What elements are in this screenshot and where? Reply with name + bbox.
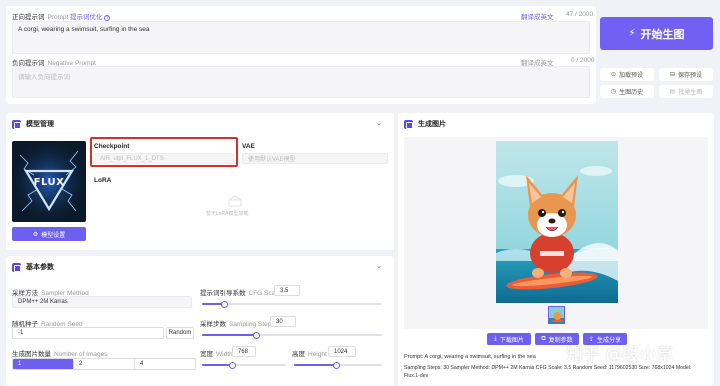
lora-empty-text: 暂无LoRA模型加载 [206, 211, 249, 217]
count-option-4[interactable]: 4 [134, 359, 195, 369]
model-settings-button[interactable]: ⚙ 模型设置 [12, 227, 86, 241]
count-segmented: 1 2 4 [12, 358, 196, 370]
height-slider-fill [294, 364, 337, 366]
download-icon: ⊙ [610, 72, 616, 78]
params-icon [12, 262, 21, 272]
generated-image[interactable] [496, 141, 618, 303]
prompt-text: A corgi, wearing a swimsuit, surfing in … [18, 26, 150, 33]
model-card: 模型管理 ⌄ FLUX ⚙ 模型设置 Checkpoint AIR_utpl_FL… [6, 113, 394, 250]
generate-button[interactable]: ⚡ 开始生图 [600, 17, 713, 50]
output-info-params: Sampling Steps: 30 Sampler Method: DPM++… [404, 365, 692, 379]
negative-textarea[interactable]: 请输入负向提示词 [12, 66, 590, 98]
negative-counter: 0 / 2000 [571, 57, 595, 64]
vae-select[interactable]: 使用默认VAE模型 [242, 153, 388, 164]
save-icon: ⊟ [669, 72, 675, 78]
download-image-button[interactable]: ⤓ 下载图片 [487, 333, 531, 345]
random-seed-button[interactable]: Random [166, 327, 194, 339]
watermark: 知乎 @段小草 [566, 345, 674, 365]
vae-label: VAE [242, 143, 255, 150]
cfg-slider[interactable] [202, 300, 382, 308]
generate-label: 开始生图 [640, 28, 685, 41]
count-option-2[interactable]: 2 [73, 359, 134, 369]
height-slider-knob[interactable] [333, 361, 341, 369]
output-title: 生成图片 [418, 121, 446, 128]
lora-empty-icon [228, 195, 242, 207]
cfg-slider-knob[interactable] [220, 300, 228, 308]
settings-icon: ⚙ [32, 231, 39, 238]
flux-thumb-text: FLUX [33, 177, 65, 188]
width-slider[interactable] [202, 361, 286, 369]
prompt-counter: 47 / 2000 [566, 11, 594, 18]
model-thumbnail: FLUX [12, 141, 86, 222]
steps-slider[interactable] [202, 331, 382, 339]
basic-header: 基本参数 [12, 262, 54, 272]
basic-title: 基本参数 [26, 264, 54, 271]
checkpoint-select[interactable]: AIR_utpl_FLUX_1_DTS [94, 153, 234, 164]
output-header: 生成图片 [404, 119, 446, 129]
steps-input[interactable]: 30 [270, 316, 296, 327]
count-label: 生成图片数量 Number of Images [12, 351, 108, 358]
width-slider-knob[interactable] [229, 361, 237, 369]
steps-slider-fill [202, 334, 256, 336]
history-button[interactable]: ◷ 生图历史 [600, 85, 654, 98]
basic-params-card: 基本参数 ⌄ 采样方法 Sampler Method DPM++ 2M Karra… [6, 256, 394, 386]
download-icon: ⤓ [494, 335, 497, 342]
height-slider[interactable] [294, 361, 382, 369]
seed-input[interactable]: -1 [12, 327, 164, 339]
width-label: 宽度 Width [200, 351, 233, 358]
batch-icon: ▤ [669, 89, 676, 95]
height-label: 高度 Height [292, 351, 327, 358]
copy-icon: ⧉ [541, 335, 546, 342]
prompt-card: 正向提示词 Prompt 提示词优化 ? 翻译成英文 47 / 2000 A co… [6, 6, 596, 104]
batch-button[interactable]: ▤ 批量生图 [659, 85, 713, 98]
action-panel: ⚡ 开始生图 ⊙ 加载预设 ⊟ 保存预设 ◷ 生图历史 ▤ 批量生图 [600, 6, 714, 104]
steps-label: 采样步数 Sampling Steps [200, 321, 275, 328]
image-icon [404, 119, 413, 129]
model-header: 模型管理 [12, 119, 54, 129]
height-input[interactable]: 1024 [328, 346, 356, 357]
prompt-optimize-link[interactable]: 提示词优化 ? [70, 11, 111, 21]
steps-slider-knob[interactable] [253, 331, 260, 339]
width-input[interactable]: 768 [232, 346, 256, 357]
prompt-label: 正向提示词 Prompt [12, 14, 69, 21]
prompt-translate-link[interactable]: 翻译成英文 [521, 11, 554, 21]
count-option-1[interactable]: 1 [13, 359, 73, 369]
prompt-textarea[interactable]: A corgi, wearing a swimsuit, surfing in … [12, 21, 590, 54]
checkpoint-label: Checkpoint [94, 143, 130, 150]
model-icon [12, 119, 21, 129]
width-slider-fill [202, 364, 233, 366]
lightning-icon: ⚡ [628, 28, 636, 39]
load-preset-button[interactable]: ⊙ 加载预设 [600, 68, 654, 81]
collapse-chevron-icon[interactable]: ⌄ [376, 119, 382, 127]
basic-collapse-chevron-icon[interactable]: ⌄ [376, 262, 382, 270]
clock-icon: ◷ [610, 89, 617, 95]
cfg-input[interactable]: 3.5 [274, 285, 300, 296]
sampler-select[interactable]: DPM++ 2M Karras [12, 296, 192, 308]
cfg-label: 提示词引导系数 CFG Scale [200, 290, 281, 297]
model-title: 模型管理 [26, 121, 54, 128]
image-thumbnail[interactable] [548, 306, 565, 324]
save-preset-button[interactable]: ⊟ 保存预设 [659, 68, 713, 81]
lora-label: LoRA [94, 177, 112, 184]
negative-placeholder: 请输入负向提示词 [18, 74, 70, 81]
